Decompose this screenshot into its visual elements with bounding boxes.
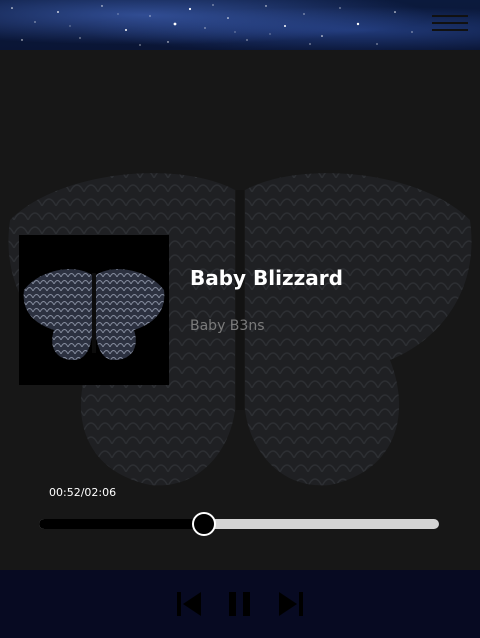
hamburger-menu-icon [432,15,468,17]
progress-fill [39,519,204,529]
total-time: 02:06 [84,486,117,499]
track-artist[interactable]: Baby B3ns [190,318,264,334]
track-title: Baby Blizzard [190,266,343,290]
album-art [19,235,169,385]
starry-header [0,0,480,50]
skip-previous-icon[interactable] [176,590,202,618]
current-time: 00:52 [49,486,81,499]
progress-slider[interactable] [39,512,439,536]
menu-button[interactable] [432,10,468,40]
stars-background [11,4,413,46]
playback-controls [0,570,480,638]
skip-next-icon[interactable] [278,590,304,618]
progress-thumb[interactable] [192,512,216,536]
time-readout: 00:52/02:06 [49,486,116,499]
pause-icon[interactable] [227,590,253,618]
music-player: Baby Blizzard Baby B3ns 00:52/02:06 [0,0,480,638]
